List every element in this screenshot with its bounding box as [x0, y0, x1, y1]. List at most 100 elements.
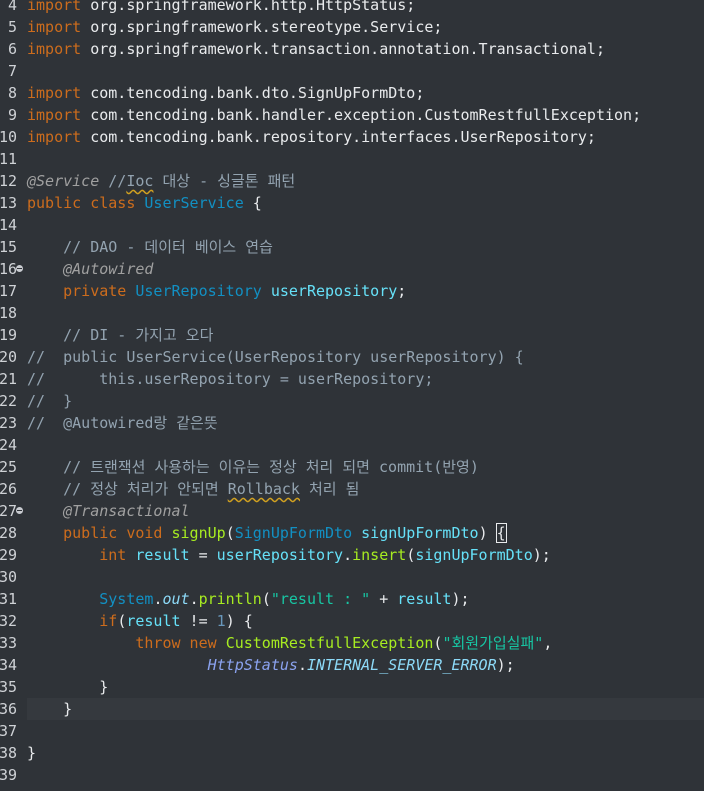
- code-line[interactable]: 24: [0, 434, 704, 456]
- code-line[interactable]: 35 }: [0, 676, 704, 698]
- code-token: public class: [27, 194, 136, 212]
- code-text[interactable]: import org.springframework.http.HttpStat…: [27, 0, 415, 16]
- code-text[interactable]: // public UserService(UserRepository use…: [27, 346, 524, 368]
- code-text[interactable]: }: [27, 698, 72, 720]
- code-token: }: [27, 678, 109, 696]
- code-token: throw new: [135, 634, 217, 652]
- code-text[interactable]: int result = userRepository.insert(signU…: [27, 544, 551, 566]
- code-text[interactable]: // 정상 처리가 안되면 Rollback 처리 됨: [27, 478, 359, 500]
- code-text[interactable]: // DI - 가지고 오다: [27, 324, 213, 346]
- line-number: 13: [0, 194, 17, 212]
- code-text[interactable]: import org.springframework.transaction.a…: [27, 38, 605, 60]
- code-token: Ioc: [126, 172, 154, 190]
- code-line[interactable]: 6 import org.springframework.transaction.…: [0, 38, 704, 60]
- code-line[interactable]: 31 System.out.println("result : " + resu…: [0, 588, 704, 610]
- code-line[interactable]: 20 // public UserService(UserRepository u…: [0, 346, 704, 368]
- line-number: 26: [0, 480, 17, 498]
- code-text[interactable]: System.out.println("result : " + result)…: [27, 588, 469, 610]
- code-text[interactable]: }: [27, 742, 36, 764]
- code-token: public void: [63, 524, 163, 542]
- code-token: (: [225, 524, 235, 542]
- code-line[interactable]: 26 // 정상 처리가 안되면 Rollback 처리 됨: [0, 478, 704, 500]
- code-token: UserService: [144, 194, 244, 212]
- line-number: 21: [0, 370, 17, 388]
- code-line[interactable]: 33 throw new CustomRestfullException("회원…: [0, 632, 704, 654]
- code-line[interactable]: 5 import org.springframework.stereotype.S…: [0, 16, 704, 38]
- code-text[interactable]: import com.tencoding.bank.repository.int…: [27, 126, 596, 148]
- code-line[interactable]: 21 // this.userRepository = userRepositor…: [0, 368, 704, 390]
- code-text[interactable]: public class UserService {: [27, 192, 262, 214]
- code-line[interactable]: 8 import com.tencoding.bank.dto.SignUpFor…: [0, 82, 704, 104]
- line-number: 7: [7, 62, 17, 80]
- code-token: org.springframework.stereotype.Service;: [81, 18, 443, 36]
- code-token: @Service: [27, 172, 100, 190]
- code-text[interactable]: @Service //Ioc 대상 - 싱글톤 패턴: [27, 170, 295, 192]
- code-text[interactable]: import com.tencoding.bank.dto.SignUpForm…: [27, 82, 424, 104]
- code-text[interactable]: public void signUp(SignUpFormDto signUpF…: [27, 522, 507, 544]
- code-text[interactable]: throw new CustomRestfullException("회원가입실…: [27, 632, 552, 654]
- code-text[interactable]: @Autowired: [27, 258, 153, 280]
- code-line[interactable]: 9 import com.tencoding.bank.handler.excep…: [0, 104, 704, 126]
- code-line[interactable]: 4 import org.springframework.http.HttpSta…: [0, 0, 704, 16]
- code-line[interactable]: 19 // DI - 가지고 오다: [0, 324, 704, 346]
- code-line[interactable]: 11: [0, 148, 704, 170]
- code-line[interactable]: 38}: [0, 742, 704, 764]
- line-number: 14: [0, 216, 17, 234]
- code-text[interactable]: // DAO - 데이터 베이스 연습: [27, 236, 273, 258]
- code-line[interactable]: 32 if(result != 1) {: [0, 610, 704, 632]
- code-text[interactable]: import com.tencoding.bank.handler.except…: [27, 104, 641, 126]
- code-line[interactable]: 18: [0, 302, 704, 324]
- code-line[interactable]: 23 // @Autowired랑 같은뜻: [0, 412, 704, 434]
- code-line[interactable]: 28 public void signUp(SignUpFormDto sign…: [0, 522, 704, 544]
- code-text[interactable]: }: [27, 676, 108, 698]
- code-text[interactable]: @Transactional: [27, 500, 190, 522]
- code-line[interactable]: 14: [0, 214, 704, 236]
- code-line[interactable]: 25 // 트랜잭션 사용하는 이유는 정상 처리 되면 commit(반영): [0, 456, 704, 478]
- code-line[interactable]: 27 @Transactional: [0, 500, 704, 522]
- code-token: 대상 - 싱글톤 패턴: [153, 172, 296, 190]
- code-line[interactable]: 16 @Autowired: [0, 258, 704, 280]
- code-token: @Transactional: [63, 502, 190, 520]
- code-token: com.tencoding.bank.repository.interfaces…: [81, 128, 596, 146]
- code-text[interactable]: // 트랜잭션 사용하는 이유는 정상 처리 되면 commit(반영): [27, 456, 479, 478]
- code-line[interactable]: 22 // }: [0, 390, 704, 412]
- code-token: import: [27, 18, 82, 36]
- code-line[interactable]: 7: [0, 60, 704, 82]
- code-text[interactable]: import org.springframework.stereotype.Se…: [27, 16, 442, 38]
- code-token: //: [99, 172, 127, 190]
- code-text[interactable]: HttpStatus.INTERNAL_SERVER_ERROR);: [27, 654, 515, 676]
- line-number: 28: [0, 524, 17, 542]
- code-line[interactable]: 29 int result = userRepository.insert(si…: [0, 544, 704, 566]
- code-token: // DAO - 데이터 베이스 연습: [63, 238, 273, 256]
- code-text[interactable]: private UserRepository userRepository;: [27, 280, 406, 302]
- code-line[interactable]: 37: [0, 720, 704, 742]
- code-line[interactable]: 15 // DAO - 데이터 베이스 연습: [0, 236, 704, 258]
- code-line[interactable]: 36 }: [0, 698, 704, 720]
- code-line[interactable]: 34 HttpStatus.INTERNAL_SERVER_ERROR);: [0, 654, 704, 676]
- line-number: 22: [0, 392, 17, 410]
- fold-marker-icon[interactable]: [15, 506, 24, 515]
- code-line[interactable]: 30: [0, 566, 704, 588]
- code-text[interactable]: // this.userRepository = userRepository;: [27, 368, 433, 390]
- code-line[interactable]: 10 import com.tencoding.bank.repository.i…: [0, 126, 704, 148]
- code-token: signUpFormDto: [415, 546, 533, 564]
- code-line[interactable]: 39: [0, 764, 704, 786]
- code-text[interactable]: // @Autowired랑 같은뜻: [27, 412, 218, 434]
- code-token: ,: [543, 634, 553, 652]
- code-editor[interactable]: 4 import org.springframework.http.HttpSta…: [0, 0, 704, 791]
- fold-marker-icon[interactable]: [15, 264, 24, 273]
- code-text[interactable]: // }: [27, 390, 72, 412]
- code-line[interactable]: 12 @Service //Ioc 대상 - 싱글톤 패턴: [0, 170, 704, 192]
- code-line[interactable]: 13 public class UserService {: [0, 192, 704, 214]
- code-text[interactable]: if(result != 1) {: [27, 610, 253, 632]
- code-token: import: [27, 0, 82, 14]
- code-line[interactable]: 17 private UserRepository userRepository…: [0, 280, 704, 302]
- line-number: 34: [0, 656, 17, 674]
- line-number: 23: [0, 414, 17, 432]
- code-token: .: [189, 590, 199, 608]
